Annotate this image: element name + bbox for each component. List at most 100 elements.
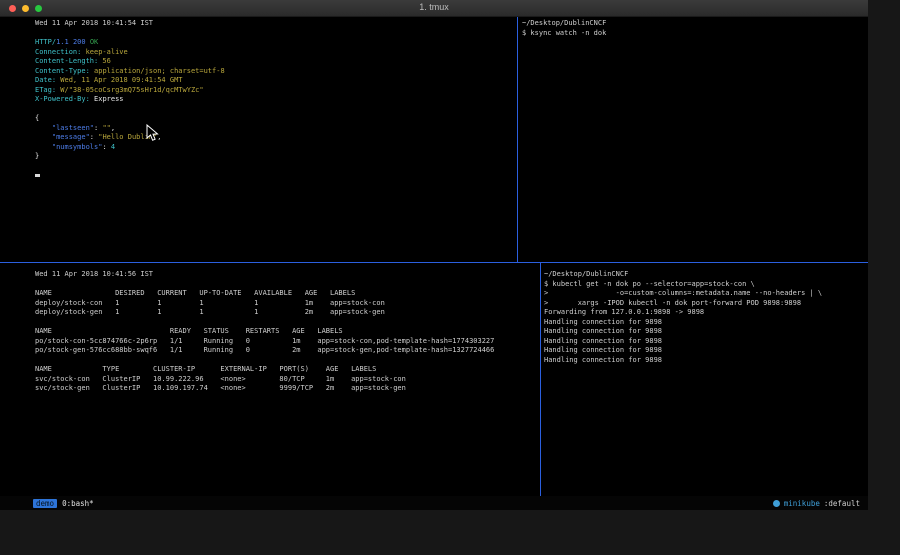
terminal-line: Content-Length: 56 <box>35 57 517 67</box>
tmux-session-name: demo <box>33 499 57 508</box>
terminal-line: Handling connection for 9898 <box>544 318 868 328</box>
terminal-line: NAME TYPE CLUSTER-IP EXTERNAL-IP PORT(S)… <box>35 365 538 375</box>
terminal-text: Wed 11 Apr 2018 10:41:56 IST <box>35 270 153 278</box>
terminal-line: > -o=custom-columns=:metadata.name --no-… <box>544 289 868 299</box>
terminal-text: 1.1 <box>56 38 69 46</box>
kubernetes-icon <box>773 500 780 507</box>
terminal-text: "Hello Dublin" <box>98 133 157 141</box>
terminal-text: $ ksync watch -n dok <box>522 29 606 37</box>
terminal-line: HTTP/1.1 200 OK <box>35 38 517 48</box>
terminal-text: Content-Type: <box>35 67 90 75</box>
pane-border-vertical-top[interactable] <box>517 17 518 262</box>
terminal-line: svc/stock-gen ClusterIP 10.109.197.74 <n… <box>35 384 538 394</box>
tmux-window-tab[interactable]: 0:bash* <box>62 499 94 508</box>
tmux-status-left: demo 0:bash* <box>33 499 94 508</box>
terminal-text: ETag: <box>35 86 56 94</box>
terminal-text: svc/stock-con ClusterIP 10.99.222.96 <no… <box>35 375 406 383</box>
pane-http-response[interactable]: Wed 11 Apr 2018 10:41:54 IST HTTP/1.1 200… <box>0 17 517 262</box>
terminal-line <box>35 29 517 39</box>
window-title: 1. tmux <box>0 2 868 12</box>
pane-port-forward[interactable]: ~/Desktop/DublinCNCF $ kubectl get -n dok… <box>541 263 868 496</box>
terminal-line: "numsymbols": 4 <box>35 143 517 153</box>
terminal-text <box>35 124 52 132</box>
terminal-line: Content-Type: application/json; charset=… <box>35 67 517 77</box>
terminal-line: Connection: keep-alive <box>35 48 517 58</box>
terminal-text: keep-alive <box>81 48 127 56</box>
terminal-line <box>35 162 517 172</box>
terminal-text: "message" <box>52 133 90 141</box>
terminal-window: 1. tmux Wed 11 Apr 2018 10:41:54 IST HTTP… <box>0 0 868 510</box>
terminal-text: OK <box>90 38 98 46</box>
kube-context-label: minikube <box>784 499 820 508</box>
terminal-line: "message": "Hello Dublin", <box>35 133 517 143</box>
terminal-line <box>35 171 517 181</box>
terminal-line: Date: Wed, 11 Apr 2018 09:41:54 GMT <box>35 76 517 86</box>
terminal-line: Wed 11 Apr 2018 10:41:56 IST <box>35 270 538 280</box>
terminal-line: Handling connection for 9898 <box>544 346 868 356</box>
terminal-text <box>35 133 52 141</box>
terminal-line: po/stock-gen-576cc688bb-swqf6 1/1 Runnin… <box>35 346 538 356</box>
terminal-line: deploy/stock-gen 1 1 1 1 2m app=stock-ge… <box>35 308 538 318</box>
terminal-text: : <box>102 143 110 151</box>
terminal-text: , <box>111 124 115 132</box>
terminal-line <box>35 318 538 328</box>
terminal-text: 56 <box>98 57 111 65</box>
terminal-text: Date: <box>35 76 56 84</box>
terminal-line: deploy/stock-con 1 1 1 1 1m app=stock-co… <box>35 299 538 309</box>
terminal-text: ~/Desktop/DublinCNCF <box>544 270 628 278</box>
terminal-line <box>35 356 538 366</box>
terminal-text: deploy/stock-con 1 1 1 1 1m app=stock-co… <box>35 299 385 307</box>
terminal-text: Forwarding from 127.0.0.1:9898 -> 9898 <box>544 308 704 316</box>
terminal-line <box>35 105 517 115</box>
terminal-text: X-Powered-By: <box>35 95 90 103</box>
terminal-line: Handling connection for 9898 <box>544 337 868 347</box>
terminal-line: { <box>35 114 517 124</box>
terminal-text: > xargs -IPOD kubectl -n dok port-forwar… <box>544 299 801 307</box>
terminal-text: NAME TYPE CLUSTER-IP EXTERNAL-IP PORT(S)… <box>35 365 376 373</box>
terminal-text: , <box>157 133 161 141</box>
terminal-text: po/stock-con-5cc874766c-2p6rp 1/1 Runnin… <box>35 337 494 345</box>
terminal-line: po/stock-con-5cc874766c-2p6rp 1/1 Runnin… <box>35 337 538 347</box>
pane-kubectl-get[interactable]: Wed 11 Apr 2018 10:41:56 IST NAME DESIRED… <box>0 263 538 496</box>
terminal-line: ~/Desktop/DublinCNCF <box>522 19 868 29</box>
terminal-text: svc/stock-gen ClusterIP 10.109.197.74 <n… <box>35 384 406 392</box>
terminal-line: "lastseen": "", <box>35 124 517 134</box>
terminal-text: Handling connection for 9898 <box>544 356 662 364</box>
terminal-text: $ kubectl get -n dok po --selector=app=s… <box>544 280 755 288</box>
terminal-text: Content-Length: <box>35 57 98 65</box>
terminal-text: Handling connection for 9898 <box>544 337 662 345</box>
terminal-line: > xargs -IPOD kubectl -n dok port-forwar… <box>544 299 868 309</box>
terminal-line: Handling connection for 9898 <box>544 356 868 366</box>
terminal-text: NAME READY STATUS RESTARTS AGE LABELS <box>35 327 343 335</box>
terminal-text: : <box>90 133 98 141</box>
terminal-line: } <box>35 152 517 162</box>
terminal-text: Wed 11 Apr 2018 10:41:54 IST <box>35 19 153 27</box>
terminal-line: ETag: W/"38-05coCsrg3mQ75sHr1d/qcMTwYZc" <box>35 86 517 96</box>
terminal-text: "numsymbols" <box>52 143 103 151</box>
terminal-text: W/"38-05coCsrg3mQ75sHr1d/qcMTwYZc" <box>56 86 204 94</box>
terminal-text: Wed, 11 Apr 2018 09:41:54 GMT <box>56 76 182 84</box>
tmux-status-right: minikube:default <box>773 499 860 508</box>
terminal-line: ~/Desktop/DublinCNCF <box>544 270 868 280</box>
terminal-text: NAME DESIRED CURRENT UP-TO-DATE AVAILABL… <box>35 289 355 297</box>
terminal-text: Handling connection for 9898 <box>544 318 662 326</box>
terminal-line: X-Powered-By: Express <box>35 95 517 105</box>
terminal-text: { <box>35 114 39 122</box>
terminal-text: > -o=custom-columns=:metadata.name --no-… <box>544 289 822 297</box>
terminal-line: NAME DESIRED CURRENT UP-TO-DATE AVAILABL… <box>35 289 538 299</box>
terminal-text: "" <box>102 124 110 132</box>
terminal-text: Handling connection for 9898 <box>544 327 662 335</box>
terminal-line: Handling connection for 9898 <box>544 327 868 337</box>
terminal-line <box>35 280 538 290</box>
terminal-text: Express <box>90 95 124 103</box>
terminal-line: Wed 11 Apr 2018 10:41:54 IST <box>35 19 517 29</box>
pane-ksync-watch[interactable]: ~/Desktop/DublinCNCF $ ksync watch -n dok <box>519 17 868 262</box>
terminal-text: ~/Desktop/DublinCNCF <box>522 19 606 27</box>
terminal-text: HTTP/ <box>35 38 56 46</box>
tmux-status-bar: demo 0:bash* minikube:default <box>0 496 868 510</box>
terminal-line: $ kubectl get -n dok po --selector=app=s… <box>544 280 868 290</box>
terminal-text: "lastseen" <box>52 124 94 132</box>
terminal-text: 4 <box>111 143 115 151</box>
terminal-text: 200 <box>73 38 86 46</box>
terminal-text: application/json; charset=utf-8 <box>90 67 225 75</box>
